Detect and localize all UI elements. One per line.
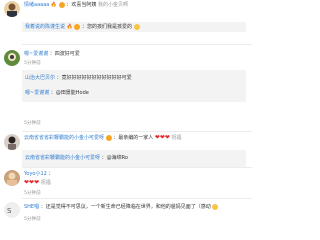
reply-text: ：竟好好好好好好好好好好好可爱 (56, 75, 132, 81)
reply-text: ：@田景能Hode (50, 90, 89, 96)
reply-text: ：您的孩们我是孩爱的 (82, 24, 133, 30)
comment-time: 5分钟前 (24, 217, 41, 222)
comment-time: 5分钟前 (24, 61, 41, 66)
fire-icon: 🔥 (50, 2, 58, 8)
vip-badge-icon (105, 134, 112, 141)
vip-badge-icon (58, 1, 65, 8)
comment-meta: 5分钟前 (24, 190, 41, 197)
divider (22, 131, 252, 132)
comment-text: ： (48, 171, 54, 177)
comment-suffix: 祝福 (40, 180, 51, 186)
comment-meta: 5分钟前 (24, 60, 41, 67)
reply-box-2: 山治大巴贝尔 ：竟好好好好好好好好好好好可爱 嗯~爱谢谢 ：@田景能Hode (22, 70, 246, 102)
comment-text: ：欢喜当阿姨 (66, 2, 97, 8)
svg-text:S: S (7, 207, 12, 215)
reply-username[interactable]: 山治大巴贝尔 (25, 75, 55, 81)
heart-emoji-icon: ❤ (34, 179, 40, 186)
comment-username[interactable]: Yoyo小12 (24, 171, 47, 177)
smile-emoji-icon (212, 203, 219, 210)
reply-box-1: 我着说的陈谨生说 🔥 ：您的孩们我是孩爱的 (22, 22, 246, 32)
reply-username[interactable]: 我着说的陈谨生说 (25, 24, 65, 30)
divider (22, 198, 252, 199)
comment-suffix: 祝福 (171, 135, 182, 141)
smile-emoji-icon (133, 23, 140, 30)
comment-meta: 5分钟前 (24, 216, 41, 223)
reply-meta: 5分钟前 (24, 120, 41, 127)
avatar[interactable] (4, 50, 20, 66)
comment-username[interactable]: 情绪aaaaa (24, 2, 49, 8)
comment-time: 5分钟前 (24, 191, 41, 196)
reply-time: 5分钟前 (24, 121, 41, 126)
avatar[interactable] (4, 134, 20, 150)
fire-icon: 🔥 (66, 24, 73, 30)
comment-username[interactable]: 云南省省省彩鞭霸能的小金小可爱呀 (24, 135, 104, 141)
avatar[interactable]: S (4, 202, 20, 218)
avatar[interactable] (4, 1, 20, 17)
reply-username[interactable]: 嗯~爱谢谢 (25, 90, 49, 96)
comment-text: ：还是觉得不可思议，一个新生命已经降临在世界，和他的爸妈见面了（感动 (40, 204, 211, 210)
divider (22, 44, 252, 45)
comment-username[interactable]: SHE唱 (24, 204, 39, 210)
avatar[interactable] (4, 170, 20, 186)
comment-text: ：四波好可爱 (49, 51, 80, 57)
reply-text: ：@海绵Ro (101, 155, 128, 161)
vip-badge-icon (74, 23, 81, 30)
comment-username[interactable]: 嗯~爱谢谢 (24, 51, 48, 57)
reply-username[interactable]: 云南省省彩鞭霸能的小金小可爱呀 (25, 155, 100, 161)
divider (22, 167, 252, 168)
reply-box-3: 云南省省彩鞭霸能的小金小可爱呀 ：@海绵Ro (22, 150, 246, 167)
heart-emoji-icon: ❤ (164, 134, 170, 141)
comment-text: ：最亲编的一家人 (113, 135, 154, 141)
comment-suffix: 我的小金贝啊 (97, 2, 128, 8)
